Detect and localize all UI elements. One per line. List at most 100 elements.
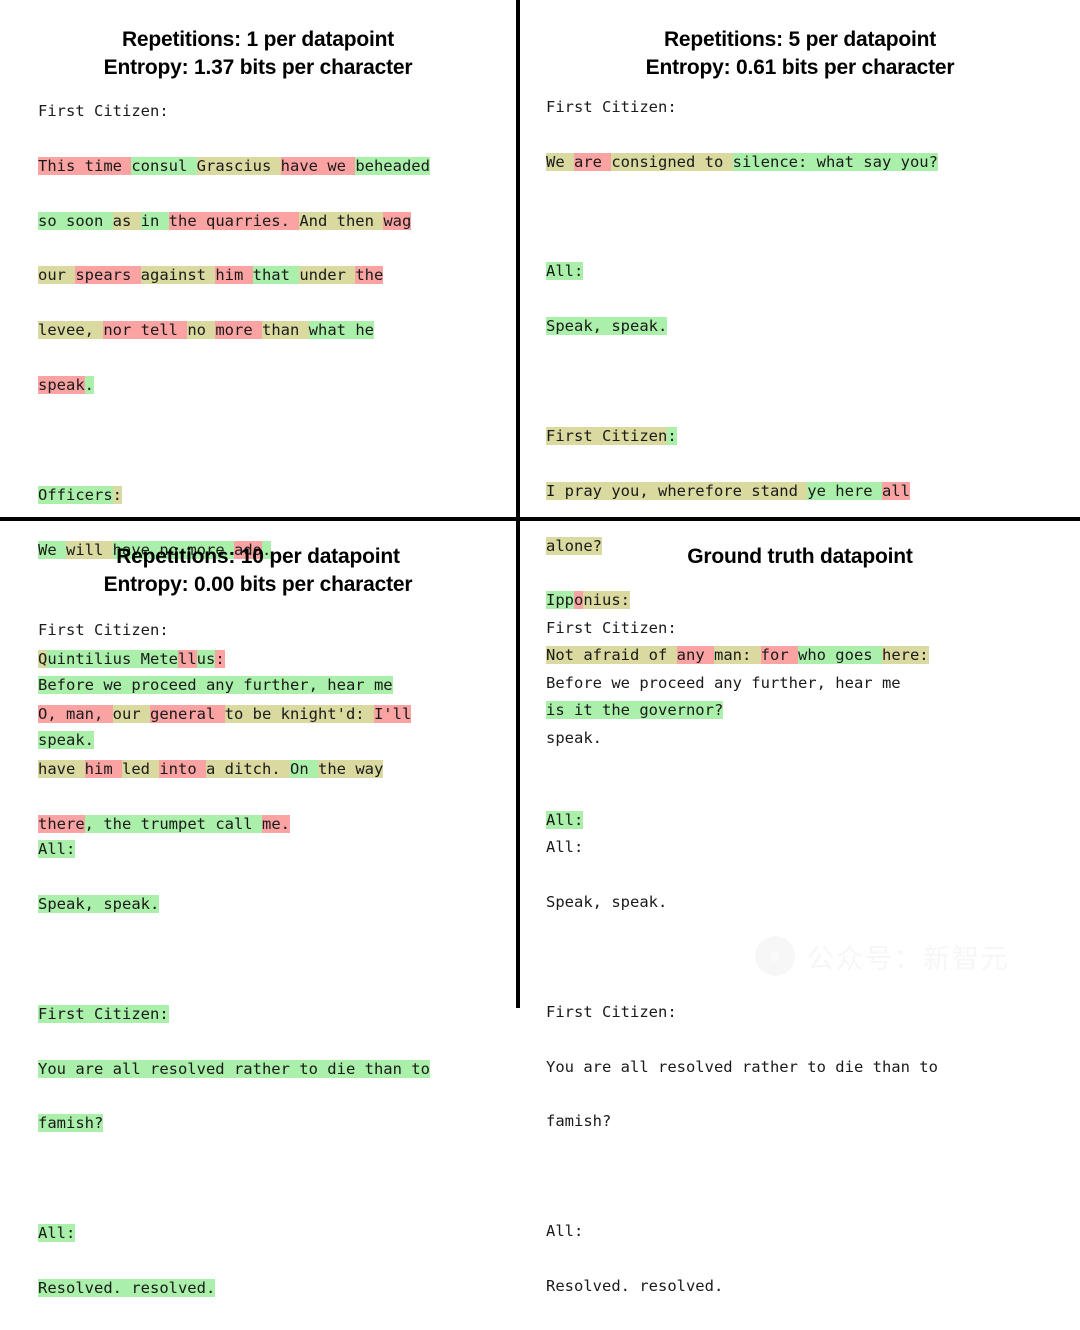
text-line: This time consul Grascius have we behead…: [38, 153, 506, 180]
text-line: We are consigned to silence: what say yo…: [546, 149, 1070, 176]
panel-title: Repetitions: 1 per datapoint Entropy: 1.…: [0, 0, 516, 82]
token: Officers: [38, 485, 113, 504]
token: :: [667, 426, 677, 445]
panel-title: Repetitions: 5 per datapoint Entropy: 0.…: [520, 0, 1080, 82]
text-line: famish?: [546, 1108, 1070, 1135]
text-line: All:: [546, 1218, 1070, 1245]
panel-title-line-1: Ground truth datapoint: [687, 545, 913, 568]
text-line: [38, 427, 506, 454]
text-line: Officers:: [38, 482, 506, 509]
panel-repetitions-5: Repetitions: 5 per datapoint Entropy: 0.…: [520, 0, 1080, 829]
token: levee,: [38, 321, 104, 340]
token: consigned to: [611, 152, 733, 171]
token: ye here: [807, 481, 882, 500]
text-line: All:: [38, 836, 506, 863]
text-line: [546, 944, 1070, 971]
token: so soon: [38, 211, 113, 230]
text-line: First Citizen:: [546, 999, 1070, 1026]
text-line: I pray you, wherefore stand ye here all: [546, 478, 1070, 505]
text-line: speak.: [38, 727, 506, 754]
text-line: First Citizen:: [38, 98, 506, 125]
text-line: [38, 781, 506, 808]
panel-text-body: First Citizen: Before we proceed any fur…: [520, 615, 1080, 1328]
panel-title-line-1: Repetitions: 5 per datapoint: [663, 28, 937, 51]
text-line: Speak, speak.: [546, 313, 1070, 340]
token: have we: [280, 156, 356, 175]
token: .: [84, 376, 95, 395]
text-line: Resolved. resolved.: [38, 1275, 506, 1302]
token: First Citizen:: [546, 1002, 677, 1021]
panel-title-line-1: Repetitions: 1 per datapoint: [121, 28, 395, 51]
text-line: All:: [546, 834, 1070, 861]
text-line: [38, 1165, 506, 1192]
panel-title-line-2: Entropy: 0.61 bits per character: [645, 56, 955, 79]
text-line: All:: [38, 1220, 506, 1247]
token: wag: [383, 211, 412, 230]
token: I pray you, wherefore stand: [546, 481, 808, 500]
token: speak: [38, 376, 85, 395]
token: All:: [546, 1221, 584, 1240]
token: Speak, speak.: [546, 893, 668, 912]
token: all: [881, 481, 910, 500]
token: speak.: [38, 730, 94, 749]
token: that: [252, 266, 300, 285]
panel-text-body: First Citizen: Before we proceed any fur…: [0, 617, 516, 1330]
text-line: You are all resolved rather to die than …: [38, 1056, 506, 1083]
text-line: [546, 779, 1070, 806]
token: All:: [38, 1223, 76, 1242]
text-line: First Citizen:: [38, 617, 506, 644]
panel-ground-truth: Ground truth datapoint First Citizen: Be…: [520, 521, 1080, 1295]
token: All:: [38, 840, 76, 859]
token: Before we proceed any further, hear me: [546, 673, 901, 692]
token: This time: [38, 156, 132, 175]
token: as: [112, 211, 141, 230]
token: First Citizen:: [546, 98, 677, 116]
token: no: [187, 321, 216, 340]
token: beheaded: [355, 156, 430, 175]
panel-repetitions-1: Repetitions: 1 per datapoint Entropy: 1.…: [0, 0, 516, 833]
text-line: Speak, speak.: [546, 889, 1070, 916]
token: First Citizen:: [38, 1004, 169, 1023]
token: spears: [75, 266, 141, 285]
text-line: so soon as in the quarries. And then wag: [38, 208, 506, 235]
token: our: [38, 266, 76, 285]
token: All:: [546, 838, 584, 857]
token: Resolved. resolved.: [546, 1276, 724, 1295]
token: under: [299, 266, 356, 285]
token: against: [140, 266, 216, 285]
text-line: Resolved. resolved.: [546, 1273, 1070, 1300]
token: We: [546, 152, 574, 171]
token: silence: what say you?: [732, 152, 938, 171]
text-line: First Citizen:: [546, 94, 1070, 121]
token: You are all resolved rather to die than …: [546, 1057, 938, 1076]
token: consul: [131, 156, 197, 175]
token: the: [355, 266, 384, 285]
text-line: levee, nor tell no more than what he: [38, 317, 506, 344]
text-line: Before we proceed any further, hear me: [546, 670, 1070, 697]
text-line: First Citizen:: [546, 615, 1070, 642]
token: Speak, speak.: [546, 317, 668, 336]
text-line: First Citizen:: [546, 423, 1070, 450]
token: nor tell: [103, 321, 188, 340]
text-line: famish?: [38, 1110, 506, 1137]
token: First Citizen:: [546, 619, 677, 637]
text-line: [38, 946, 506, 973]
text-line: our spears against him that under the: [38, 262, 506, 289]
text-line: speak.: [546, 725, 1070, 752]
token: what he: [308, 321, 374, 340]
token: :: [112, 485, 122, 504]
text-line: [546, 1163, 1070, 1190]
text-line: All:: [546, 258, 1070, 285]
panel-title-line-2: Entropy: 0.00 bits per character: [103, 573, 413, 596]
token: him: [215, 266, 253, 285]
token: First Citizen:: [38, 102, 169, 120]
token: in: [140, 211, 169, 230]
text-line: Before we proceed any further, hear me: [38, 672, 506, 699]
text-line: speak.: [38, 372, 506, 399]
text-line: Speak, speak.: [38, 891, 506, 918]
token: Grascius: [196, 156, 281, 175]
token: Speak, speak.: [38, 895, 160, 914]
text-line: You are all resolved rather to die than …: [546, 1054, 1070, 1081]
token: First Citizen: [546, 426, 668, 445]
token: All:: [546, 262, 584, 281]
